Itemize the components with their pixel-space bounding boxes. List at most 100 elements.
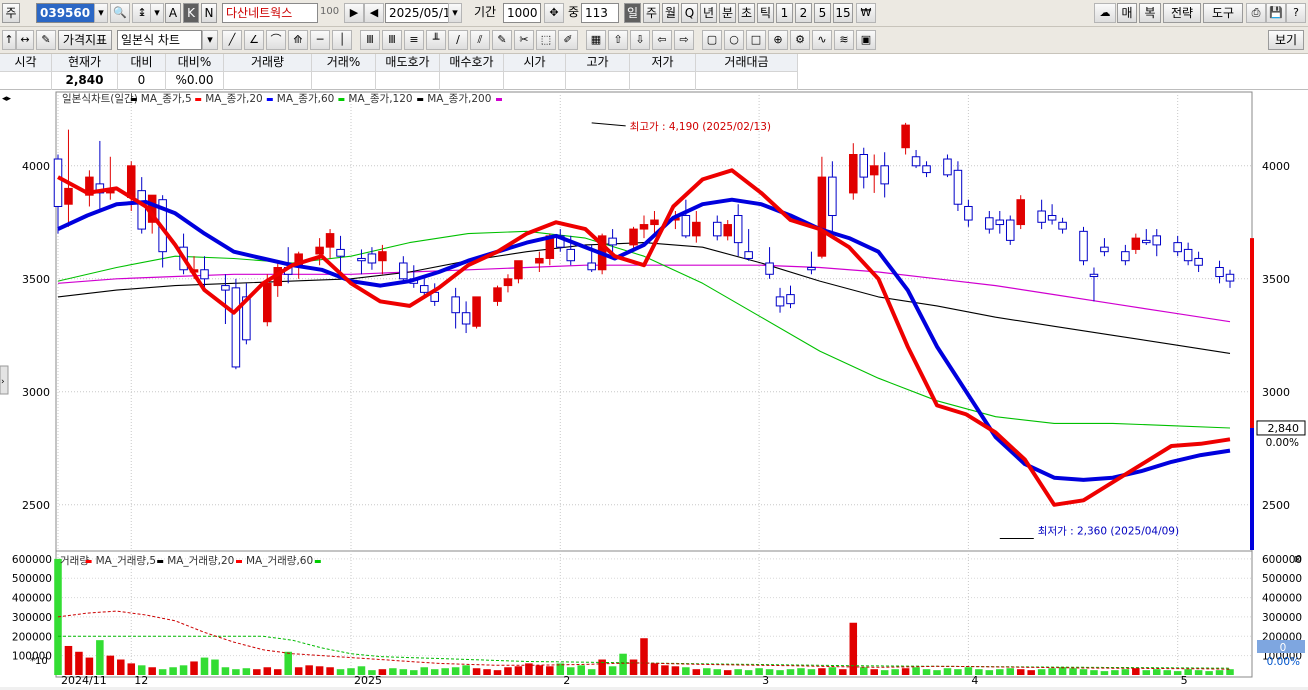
- info-value-7: [440, 72, 504, 90]
- volume-bar: [818, 668, 826, 675]
- interval-button-11[interactable]: 15: [833, 3, 853, 23]
- draw-tool-icon-22[interactable]: ○: [724, 30, 744, 50]
- draw-tool-icon-18[interactable]: ⇩: [630, 30, 650, 50]
- chevron-down-icon[interactable]: ▾: [150, 3, 164, 23]
- date-field[interactable]: 2025/05/13: [385, 3, 458, 23]
- draw-tool-icon-28[interactable]: ▣: [856, 30, 876, 50]
- volume-bar: [389, 668, 397, 675]
- draw-tool-icon-15[interactable]: ✐: [558, 30, 578, 50]
- stock-code-input[interactable]: 039560: [36, 3, 96, 23]
- volume-bar: [566, 667, 575, 675]
- candle-body: [943, 158, 952, 176]
- draw-tool-icon-6[interactable]: Ⅲ: [360, 30, 380, 50]
- left-right-arrow-icon[interactable]: ↔: [16, 30, 34, 50]
- draw-tool-icon-1[interactable]: ∠: [244, 30, 264, 50]
- draw-tool-icon-25[interactable]: ⚙: [790, 30, 810, 50]
- interval-button-1[interactable]: 주: [643, 3, 660, 23]
- volume-bar: [661, 665, 669, 675]
- interval-button-9[interactable]: 2: [795, 3, 812, 23]
- sort-icon[interactable]: ↨: [132, 3, 152, 23]
- volume-bar: [137, 665, 146, 675]
- stock-chart[interactable]: 2024/11 12 2025 2 3 4 5 2500 2500 3000 3000 3500 350…: [0, 90, 1308, 687]
- toolbar-button-2[interactable]: 전략: [1163, 3, 1201, 23]
- k-button[interactable]: K: [183, 3, 199, 23]
- draw-tool-icon-0[interactable]: ╱: [222, 30, 242, 50]
- move-icon[interactable]: ✥: [544, 3, 564, 23]
- edit-icon[interactable]: ✎: [36, 30, 56, 50]
- interval-button-0[interactable]: 일: [624, 3, 641, 23]
- interval-button-4[interactable]: 년: [700, 3, 717, 23]
- chevron-down-icon[interactable]: ▾: [202, 30, 218, 50]
- price-index-button[interactable]: 가격지표: [58, 30, 112, 50]
- draw-tool-icon-16[interactable]: ▦: [586, 30, 606, 50]
- print-icon[interactable]: ⎙: [1246, 3, 1266, 23]
- help-icon[interactable]: ?: [1286, 3, 1306, 23]
- period-input[interactable]: 1000: [503, 3, 541, 23]
- back-icon[interactable]: ◀: [364, 3, 384, 23]
- toolbar-button-0[interactable]: 매: [1117, 3, 1137, 23]
- draw-tool-icon-23[interactable]: □: [746, 30, 766, 50]
- candle-body: [315, 246, 324, 255]
- volume-bar: [1142, 670, 1151, 675]
- x-tick-label: 5: [1181, 674, 1188, 687]
- draw-tool-icon-19[interactable]: ⇦: [652, 30, 672, 50]
- draw-tool-icon-3[interactable]: ⟰: [288, 30, 308, 50]
- draw-tool-icon-5[interactable]: │: [332, 30, 352, 50]
- toolbar-button-3[interactable]: 도구: [1203, 3, 1243, 23]
- candle-body: [1058, 221, 1067, 230]
- draw-tool-icon-9[interactable]: ╨: [426, 30, 446, 50]
- candle-body: [535, 257, 544, 264]
- draw-tool-icon-21[interactable]: ▢: [702, 30, 722, 50]
- count-input[interactable]: 113: [581, 3, 619, 23]
- volume-bar: [315, 666, 324, 675]
- legend-color-swatch: [496, 98, 502, 101]
- n-button[interactable]: N: [201, 3, 217, 23]
- info-value-10: [630, 72, 696, 90]
- search-icon[interactable]: 🔍: [110, 3, 130, 23]
- interval-button-2[interactable]: 월: [662, 3, 679, 23]
- draw-tool-icon-10[interactable]: ∕: [448, 30, 468, 50]
- interval-button-6[interactable]: 초: [738, 3, 755, 23]
- draw-tool-icon-24[interactable]: ⊕: [768, 30, 788, 50]
- draw-tool-icon-17[interactable]: ⇧: [608, 30, 628, 50]
- draw-tool-icon-7[interactable]: Ⅲ: [382, 30, 402, 50]
- draw-tool-icon-4[interactable]: ─: [310, 30, 330, 50]
- x-tick-label: 2025: [354, 674, 382, 687]
- won-icon[interactable]: ₩: [856, 3, 876, 23]
- view-button[interactable]: 보기: [1268, 30, 1304, 50]
- market-type-selector[interactable]: 주: [2, 3, 20, 23]
- candle-body: [807, 267, 816, 271]
- draw-tool-icon-2[interactable]: ⌒: [266, 30, 286, 50]
- volume-bar: [1079, 669, 1088, 675]
- volume-y-tick-right: 300000: [1262, 612, 1302, 624]
- draw-tool-icon-26[interactable]: ∿: [812, 30, 832, 50]
- play-icon[interactable]: ▶: [344, 3, 364, 23]
- toolbar-button-1[interactable]: 복: [1139, 3, 1161, 23]
- quote-info-table: 시각 현재가 2,840 대비 0 대비% %0.00 거래량 거래% 매도호가 매수호가 시가 고가 저…: [0, 54, 1308, 90]
- draw-tool-icon-13[interactable]: ✂: [514, 30, 534, 50]
- interval-button-7[interactable]: 틱: [757, 3, 774, 23]
- interval-button-5[interactable]: 분: [719, 3, 736, 23]
- calendar-dropdown-icon[interactable]: ▾: [448, 3, 462, 23]
- draw-tool-icon-8[interactable]: ≡: [404, 30, 424, 50]
- draw-tool-icon-20[interactable]: ⇨: [674, 30, 694, 50]
- interval-button-3[interactable]: Q: [681, 3, 698, 23]
- save-icon[interactable]: 💾: [1266, 3, 1286, 23]
- volume-bar: [807, 669, 816, 675]
- current-price-label: 2,840: [1268, 422, 1300, 435]
- chevron-down-icon[interactable]: ▾: [94, 3, 108, 23]
- up-arrow-icon[interactable]: ↑: [2, 30, 16, 50]
- candle-body: [1100, 246, 1109, 253]
- draw-tool-icon-12[interactable]: ✎: [492, 30, 512, 50]
- draw-tool-icon-11[interactable]: ⫽: [470, 30, 490, 50]
- draw-tool-icon-14[interactable]: ⬚: [536, 30, 556, 50]
- volume-bar: [891, 669, 899, 675]
- volume-panel: [55, 550, 1253, 678]
- draw-tool-icon-27[interactable]: ≋: [834, 30, 854, 50]
- interval-button-10[interactable]: 5: [814, 3, 831, 23]
- interval-button-8[interactable]: 1: [776, 3, 793, 23]
- cloud-icon[interactable]: ☁: [1094, 3, 1116, 23]
- volume-bar: [1027, 670, 1035, 675]
- chart-type-select[interactable]: 일본식 차트: [117, 30, 202, 50]
- a-button[interactable]: A: [165, 3, 181, 23]
